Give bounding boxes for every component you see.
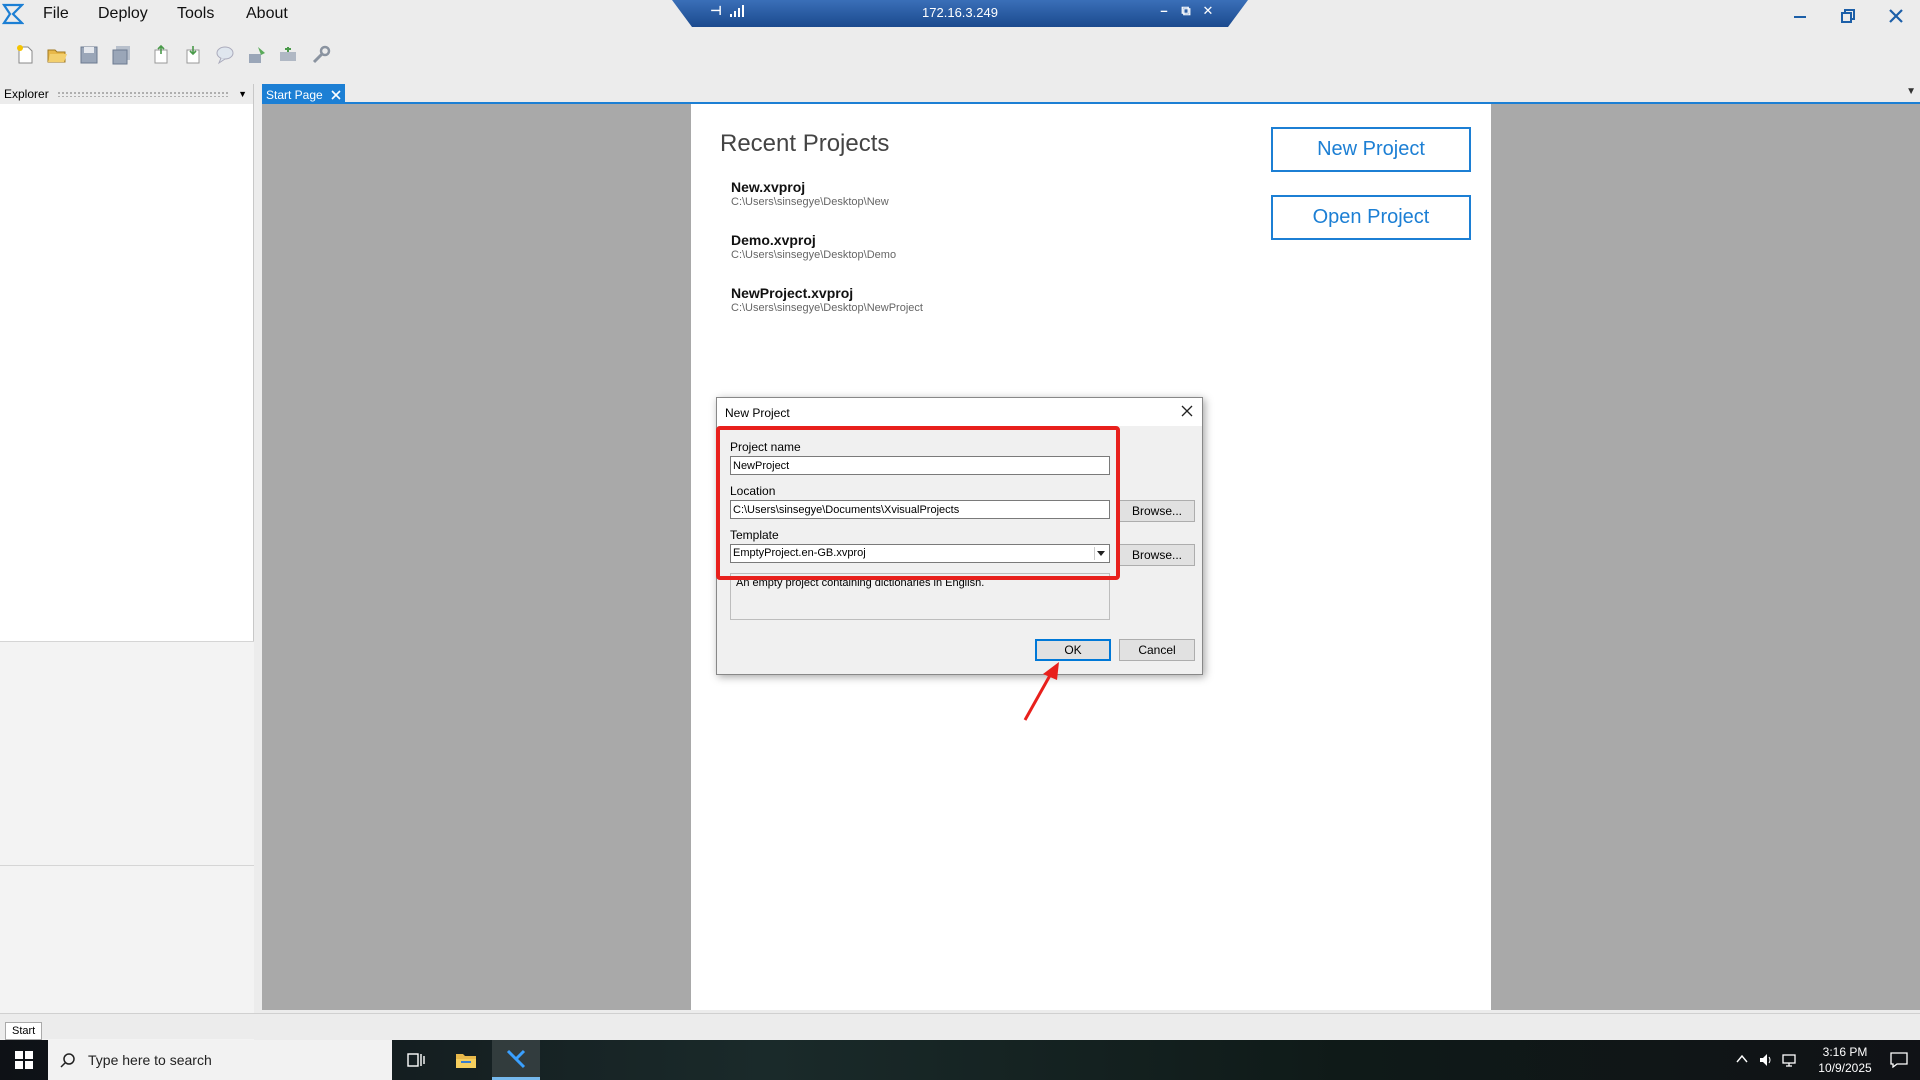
template-label: Template (730, 528, 779, 542)
task-view-icon (407, 1053, 425, 1067)
cancel-button[interactable]: Cancel (1119, 639, 1195, 661)
chevron-up-icon[interactable] (1736, 1054, 1748, 1064)
recent-projects-title: Recent Projects (720, 130, 890, 157)
explorer-title: Explorer (4, 87, 49, 101)
document-tabs: Start Page ▼ (262, 84, 1920, 104)
explorer-pane: Explorer ▼ (0, 84, 254, 1080)
open-project-button[interactable]: Open Project (1271, 195, 1471, 240)
build-icon[interactable] (246, 44, 268, 66)
location-label: Location (730, 484, 776, 498)
save-icon[interactable] (78, 44, 100, 66)
project-name-label: Project name (730, 440, 801, 454)
tab-start-page[interactable]: Start Page (262, 84, 345, 104)
template-select[interactable]: EmptyProject.en-GB.xvproj (730, 544, 1110, 563)
close-window-button[interactable] (1872, 0, 1920, 32)
project-name-input[interactable] (730, 456, 1110, 475)
menu-tools[interactable]: Tools (177, 5, 214, 23)
recent-project-item[interactable]: NewProject.xvproj C:\Users\sinsegye\Desk… (731, 285, 923, 314)
menu-deploy[interactable]: Deploy (98, 5, 148, 23)
taskbar-search[interactable]: Type here to search (48, 1040, 392, 1080)
taskbar-clock[interactable]: 3:16 PM 10/9/2025 (1810, 1044, 1880, 1076)
windows-logo-icon (15, 1051, 33, 1069)
app-taskbar-button[interactable] (492, 1040, 540, 1080)
explorer-divider-2[interactable] (0, 865, 254, 866)
folder-icon (456, 1054, 476, 1068)
minimize-icon (1794, 16, 1806, 18)
save-all-icon[interactable] (110, 44, 132, 66)
new-project-button[interactable]: New Project (1271, 127, 1471, 172)
task-view-button[interactable] (392, 1040, 440, 1080)
import-icon[interactable] (150, 44, 172, 66)
dialog-close-icon[interactable] (1178, 402, 1196, 420)
recent-project-item[interactable]: New.xvproj C:\Users\sinsegye\Desktop\New (731, 179, 889, 208)
export-icon[interactable] (182, 44, 204, 66)
restore-button[interactable] (1824, 0, 1872, 32)
taskbar: Type here to search 3:16 PM 10/9/2025 (0, 1040, 1920, 1080)
new-project-dialog: New Project Project name Location Browse… (716, 397, 1203, 675)
restore-icon (1841, 9, 1855, 23)
template-description: An empty project containing dictionaries… (730, 573, 1110, 620)
clock-time: 3:16 PM (1822, 1045, 1868, 1059)
tab-close-icon[interactable] (331, 90, 341, 100)
template-selected-value: EmptyProject.en-GB.xvproj (733, 547, 866, 559)
windows-start-button[interactable] (0, 1040, 48, 1080)
wrench-icon[interactable] (310, 44, 332, 66)
open-folder-icon[interactable] (46, 44, 68, 66)
explorer-properties-panel (0, 641, 254, 865)
new-file-icon[interactable] (14, 44, 36, 66)
comment-icon[interactable] (214, 44, 236, 66)
location-input[interactable] (730, 500, 1110, 519)
remote-restore-button[interactable]: ⧉ (1178, 3, 1194, 19)
app-taskbar-icon (506, 1049, 526, 1068)
recent-project-path: C:\Users\sinsegye\Desktop\New (731, 196, 889, 208)
explorer-dropdown-icon[interactable]: ▼ (238, 89, 247, 99)
recent-project-name[interactable]: Demo.xvproj (731, 232, 896, 248)
menu-file[interactable]: File (43, 5, 69, 23)
remote-session-bar: ⊣ 172.16.3.249 – ⧉ ✕ (672, 0, 1248, 27)
recent-project-path: C:\Users\sinsegye\Desktop\Demo (731, 249, 897, 261)
remote-minimize-button[interactable]: – (1156, 3, 1172, 18)
app-logo-icon (2, 3, 24, 25)
explorer-header: Explorer ▼ (0, 84, 253, 104)
search-placeholder: Type here to search (88, 1052, 212, 1068)
deploy-icon[interactable] (278, 44, 300, 66)
remote-close-button[interactable]: ✕ (1200, 3, 1216, 19)
template-browse-button[interactable]: Browse... (1119, 544, 1195, 566)
location-browse-button[interactable]: Browse... (1119, 500, 1195, 522)
ok-button[interactable]: OK (1035, 639, 1111, 661)
recent-project-path: C:\Users\sinsegye\Desktop\NewProject (731, 302, 923, 314)
minimize-button[interactable] (1776, 0, 1824, 32)
volume-icon[interactable] (1758, 1052, 1774, 1068)
notifications-icon[interactable] (1890, 1052, 1908, 1068)
recent-project-name[interactable]: New.xvproj (731, 179, 889, 195)
explorer-grip[interactable] (56, 91, 231, 97)
close-icon (1889, 9, 1903, 23)
recent-project-name[interactable]: NewProject.xvproj (731, 285, 923, 301)
menu-about[interactable]: About (246, 5, 288, 23)
recent-project-item[interactable]: Demo.xvproj C:\Users\sinsegye\Desktop\De… (731, 232, 896, 261)
window-controls (1776, 0, 1920, 30)
toolbar (0, 38, 400, 74)
dialog-title: New Project (725, 406, 790, 420)
search-icon (60, 1053, 75, 1068)
network-icon[interactable] (1782, 1052, 1798, 1068)
status-bar: Start (0, 1013, 1920, 1040)
dialog-titlebar: New Project (717, 398, 1202, 426)
arrow-annotation-icon (1023, 662, 1059, 721)
start-status-tab[interactable]: Start (5, 1022, 43, 1040)
chevron-down-icon[interactable] (1094, 547, 1107, 560)
explorer-divider[interactable] (0, 641, 254, 642)
clock-date: 10/9/2025 (1818, 1061, 1872, 1075)
file-explorer-taskbar-button[interactable] (442, 1040, 490, 1080)
tab-overflow-icon[interactable]: ▼ (1906, 86, 1916, 97)
tab-start-page-label: Start Page (266, 88, 323, 102)
